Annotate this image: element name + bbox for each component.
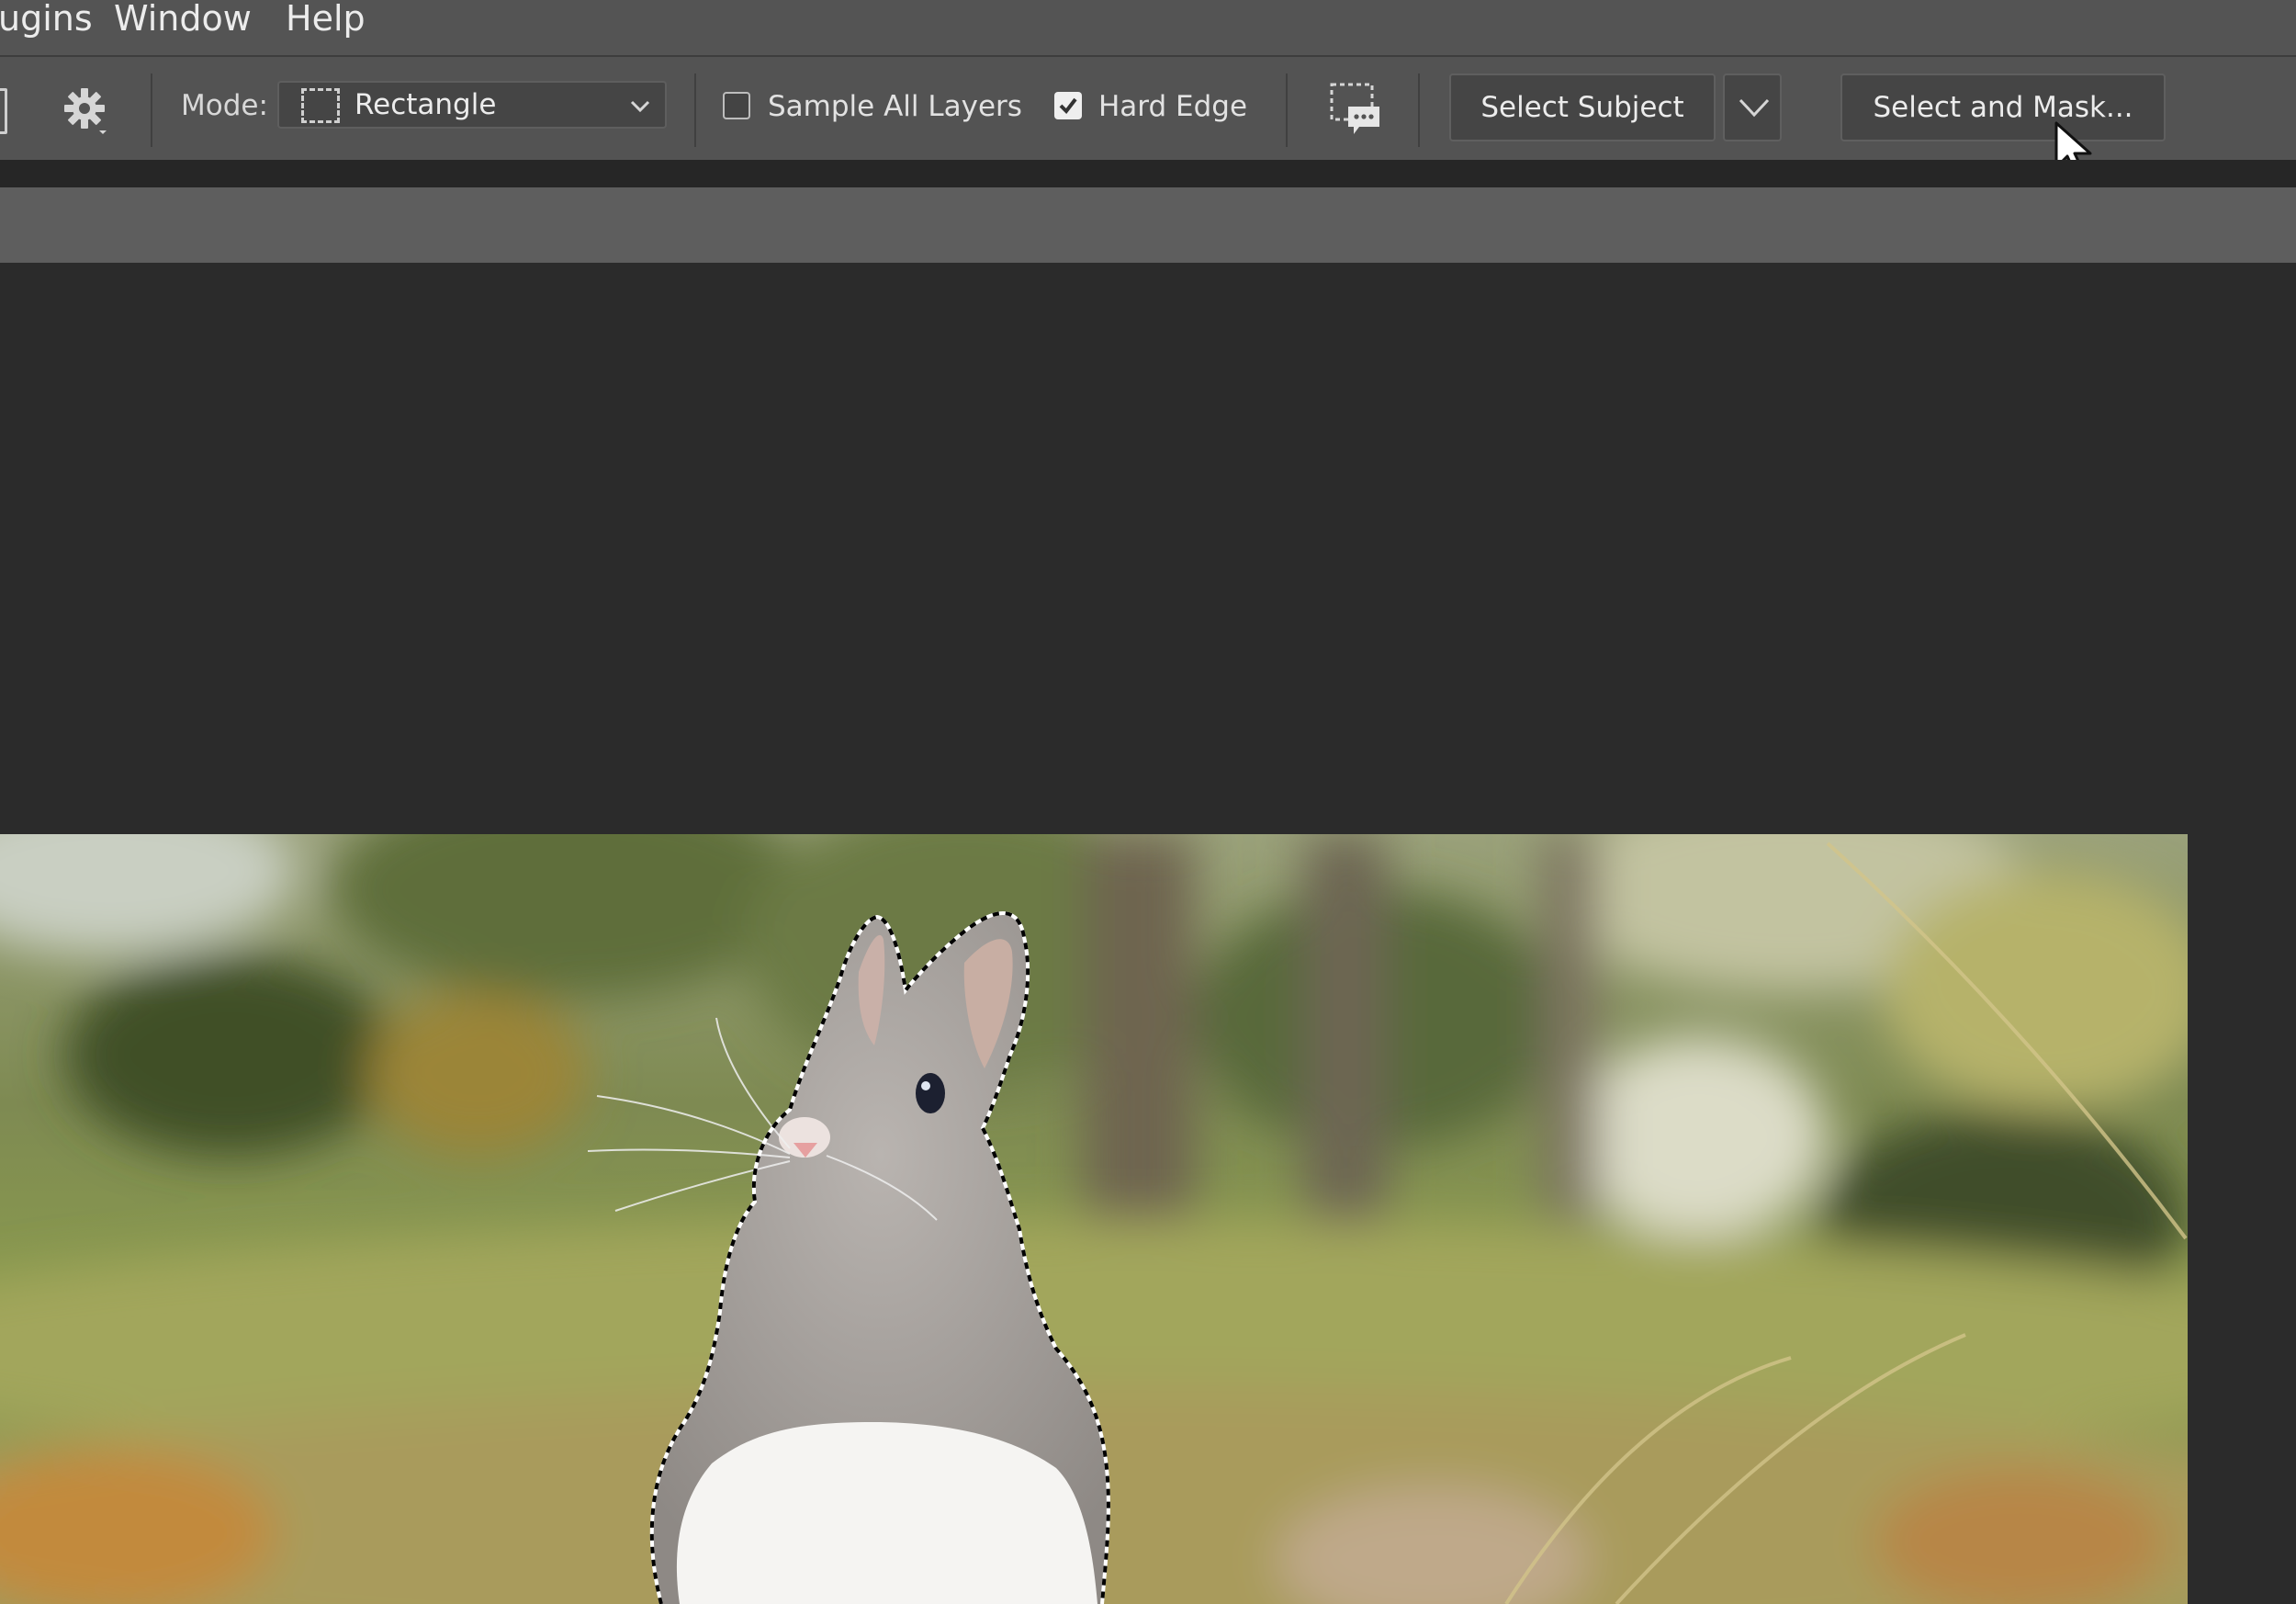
menu-help[interactable]: Help bbox=[286, 0, 366, 39]
mode-value: Rectangle bbox=[355, 88, 497, 121]
mode-select[interactable]: Rectangle bbox=[277, 81, 667, 129]
menu-window[interactable]: Window bbox=[114, 0, 252, 39]
tool-preset-icon[interactable] bbox=[0, 88, 7, 134]
select-and-mask-button[interactable]: Select and Mask... bbox=[1840, 73, 2166, 141]
selection-speech-bubble-icon[interactable] bbox=[1328, 81, 1385, 138]
rectangle-marquee-icon bbox=[301, 88, 340, 123]
select-subject-button[interactable]: Select Subject bbox=[1449, 73, 1716, 141]
sample-all-layers-checkbox[interactable] bbox=[723, 92, 750, 119]
mode-label: Mode: bbox=[181, 89, 268, 122]
sample-all-layers-label: Sample All Layers bbox=[768, 90, 1022, 123]
options-bar-shadow bbox=[0, 160, 2296, 187]
photoshop-window: ugins Window Help Mode: Rectangle Sample… bbox=[0, 0, 2296, 1604]
rabbit-photo bbox=[0, 834, 2188, 1604]
checkmark-icon bbox=[1059, 97, 1077, 115]
hard-edge-checkbox[interactable] bbox=[1054, 92, 1082, 119]
select-subject-dropdown-button[interactable] bbox=[1723, 73, 1782, 141]
separator bbox=[151, 73, 152, 147]
menu-plugins[interactable]: ugins bbox=[0, 0, 93, 39]
separator bbox=[694, 73, 696, 147]
chevron-down-icon bbox=[1739, 98, 1770, 118]
menu-bar: ugins Window Help bbox=[0, 0, 2296, 57]
gear-icon[interactable] bbox=[61, 85, 112, 136]
document-image[interactable] bbox=[0, 834, 2188, 1604]
hard-edge-label: Hard Edge bbox=[1098, 90, 1248, 123]
document-tab-bar bbox=[0, 187, 2296, 263]
chevron-down-icon bbox=[630, 100, 650, 113]
separator bbox=[1286, 73, 1288, 147]
separator bbox=[1418, 73, 1420, 147]
options-bar: Mode: Rectangle Sample All Layers Hard E… bbox=[0, 57, 2296, 176]
